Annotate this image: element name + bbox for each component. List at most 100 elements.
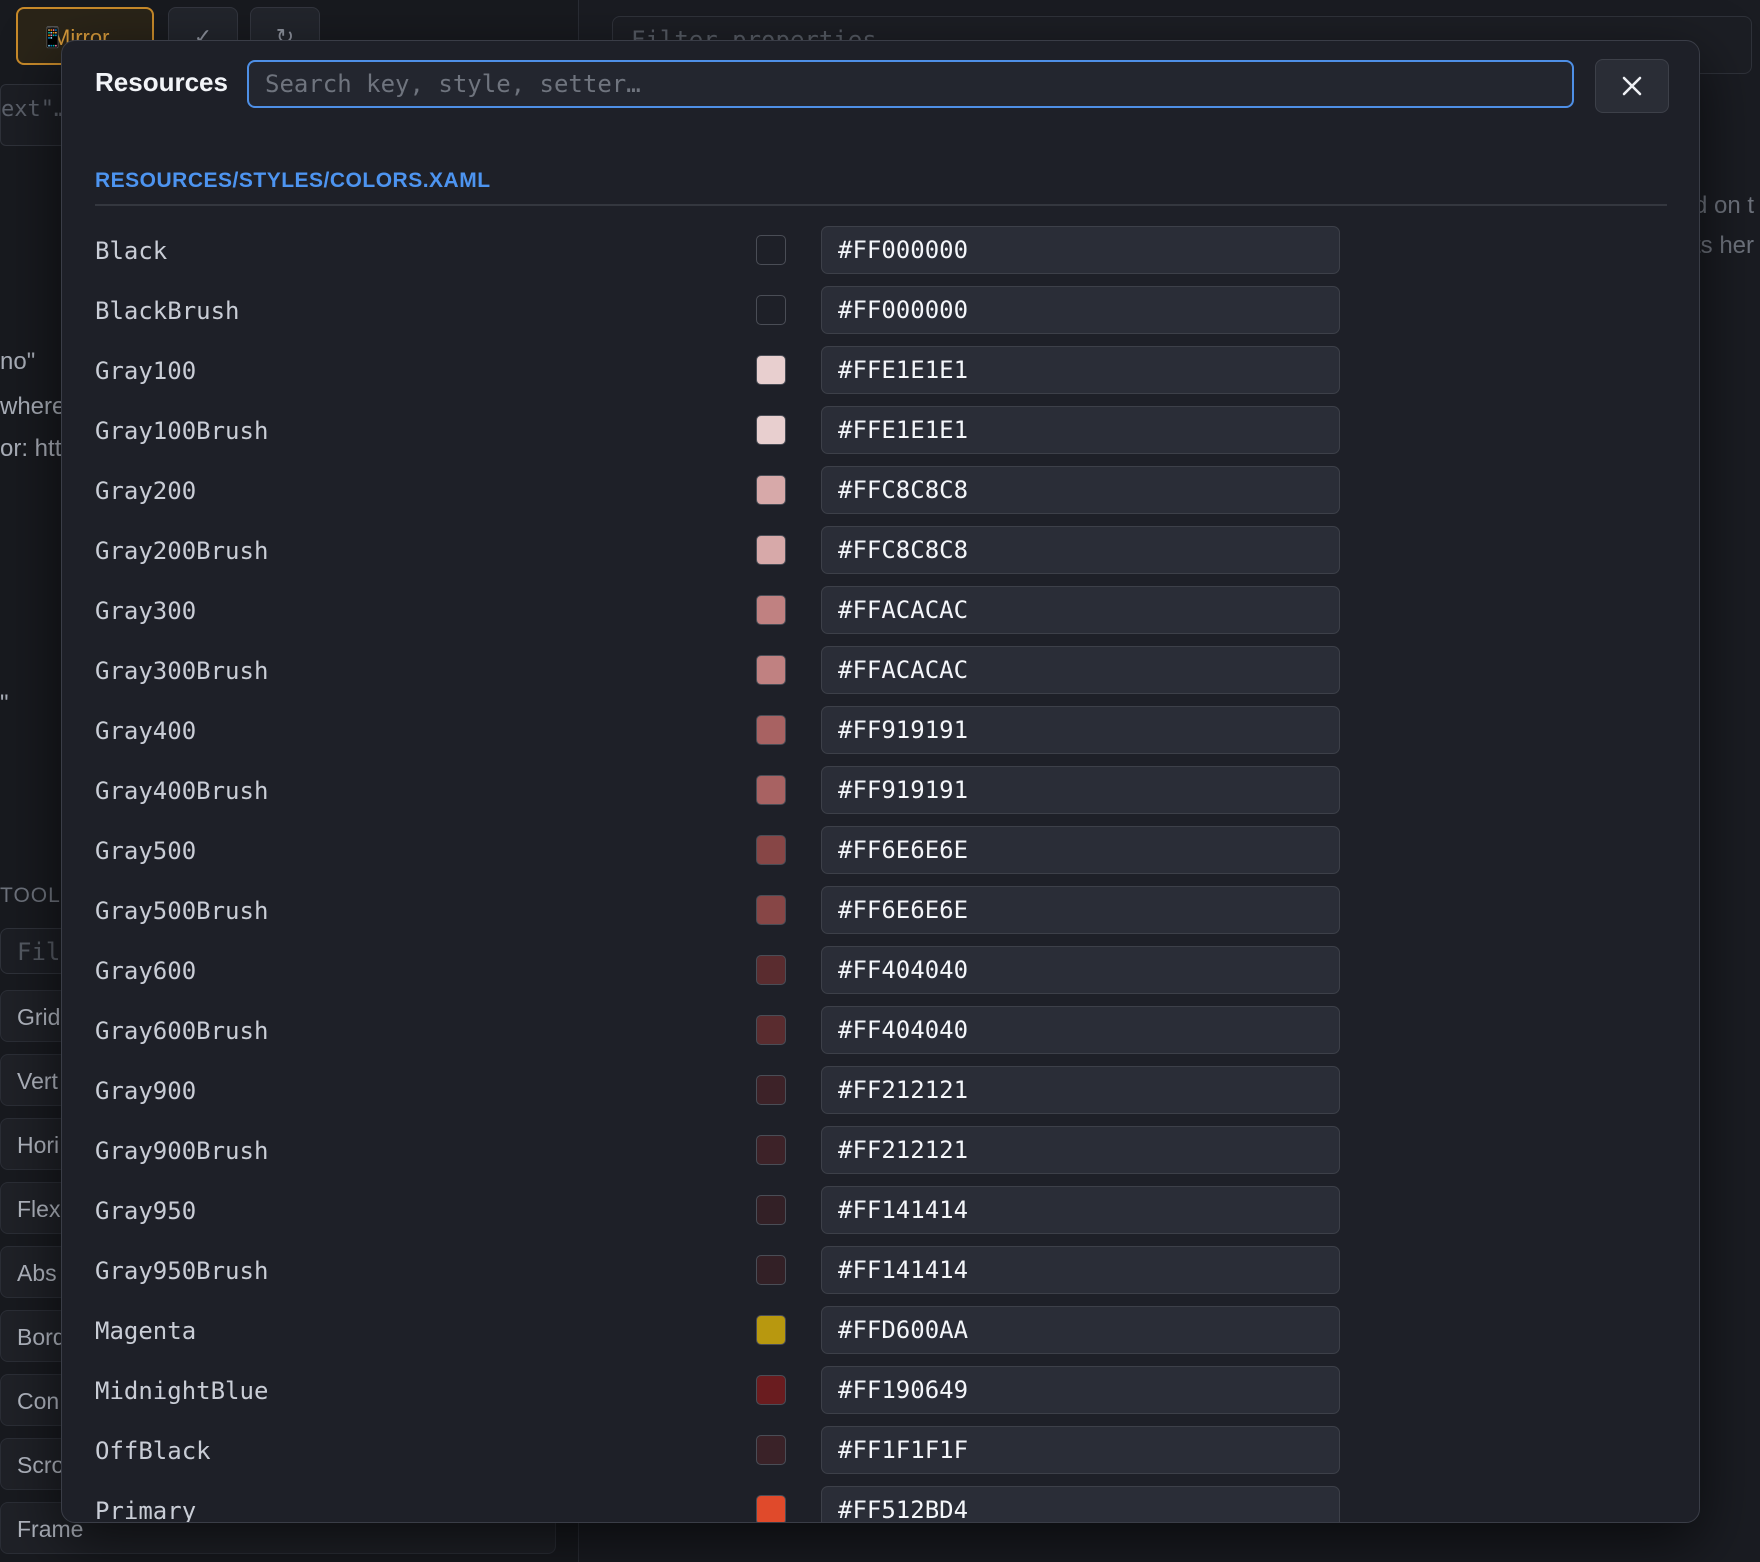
color-swatch[interactable] [756, 715, 786, 745]
resource-row: Gray200Brush [62, 526, 1699, 586]
resource-row: MidnightBlue [62, 1366, 1699, 1426]
resource-key: Gray400Brush [95, 777, 269, 805]
color-value-field[interactable] [821, 646, 1340, 694]
color-swatch[interactable] [756, 775, 786, 805]
resource-key: Gray900Brush [95, 1137, 269, 1165]
toolbox-title: TOOL [0, 884, 61, 907]
color-swatch[interactable] [756, 1135, 786, 1165]
resource-key: Gray300 [95, 597, 197, 625]
color-value-field[interactable] [821, 1366, 1340, 1414]
resource-key: Gray500 [95, 837, 197, 865]
resource-row: Primary [62, 1486, 1699, 1523]
resource-row: Gray950 [62, 1186, 1699, 1246]
resource-key: Primary [95, 1497, 197, 1523]
resource-row: Gray500Brush [62, 886, 1699, 946]
resource-row: Gray400Brush [62, 766, 1699, 826]
resource-key: Gray950 [95, 1197, 197, 1225]
resources-dialog: Resources RESOURCES/STYLES/COLORS.XAML B… [61, 40, 1700, 1523]
color-value-field[interactable] [821, 1186, 1340, 1234]
color-value-field[interactable] [821, 286, 1340, 334]
color-value-field[interactable] [821, 946, 1340, 994]
color-swatch[interactable] [756, 1195, 786, 1225]
color-value-field[interactable] [821, 1066, 1340, 1114]
resource-row: Gray600Brush [62, 1006, 1699, 1066]
resource-key: Gray900 [95, 1077, 197, 1105]
resource-row: Gray300Brush [62, 646, 1699, 706]
color-swatch[interactable] [756, 235, 786, 265]
color-value-field[interactable] [821, 1426, 1340, 1474]
color-value-field[interactable] [821, 1246, 1340, 1294]
color-value-field[interactable] [821, 1006, 1340, 1054]
dialog-title: Resources [95, 67, 228, 97]
resource-key: Gray100Brush [95, 417, 269, 445]
color-swatch[interactable] [756, 1255, 786, 1285]
resource-key: Gray100 [95, 357, 197, 385]
resource-row: Gray900 [62, 1066, 1699, 1126]
color-swatch[interactable] [756, 535, 786, 565]
resource-key: MidnightBlue [95, 1377, 269, 1405]
color-swatch[interactable] [756, 1015, 786, 1045]
color-swatch[interactable] [756, 1375, 786, 1405]
color-swatch[interactable] [756, 1075, 786, 1105]
color-swatch[interactable] [756, 355, 786, 385]
color-swatch[interactable] [756, 655, 786, 685]
resource-row: Gray100Brush [62, 406, 1699, 466]
color-value-field[interactable] [821, 766, 1340, 814]
resource-key: Gray300Brush [95, 657, 269, 685]
color-swatch[interactable] [756, 835, 786, 865]
resource-key: Gray400 [95, 717, 197, 745]
resource-row: OffBlack [62, 1426, 1699, 1486]
close-button[interactable] [1595, 59, 1669, 113]
color-swatch[interactable] [756, 595, 786, 625]
resource-key: Gray500Brush [95, 897, 269, 925]
resource-row: Gray200 [62, 466, 1699, 526]
resource-key: Gray200Brush [95, 537, 269, 565]
color-value-field[interactable] [821, 706, 1340, 754]
color-value-field[interactable] [821, 826, 1340, 874]
color-value-field[interactable] [821, 1126, 1340, 1174]
resource-row: Gray950Brush [62, 1246, 1699, 1306]
dialog-header: Resources [62, 41, 1699, 131]
left-text-fragment: " [0, 690, 9, 717]
resource-key: Magenta [95, 1317, 197, 1345]
resource-key: Gray950Brush [95, 1257, 269, 1285]
color-value-field[interactable] [821, 346, 1340, 394]
color-swatch[interactable] [756, 415, 786, 445]
color-swatch[interactable] [756, 955, 786, 985]
resource-row: Black [62, 226, 1699, 286]
color-value-field[interactable] [821, 466, 1340, 514]
color-swatch[interactable] [756, 295, 786, 325]
color-value-field[interactable] [821, 526, 1340, 574]
resource-key: BlackBrush [95, 297, 240, 325]
resource-row: BlackBrush [62, 286, 1699, 346]
resource-row: Gray500 [62, 826, 1699, 886]
resource-row: Gray400 [62, 706, 1699, 766]
resource-search-input[interactable] [247, 60, 1574, 108]
left-text-fragment: or: htt [0, 435, 62, 462]
resource-key: OffBlack [95, 1437, 211, 1465]
section-divider [95, 204, 1667, 206]
resource-key: Black [95, 237, 168, 265]
resource-row: Magenta [62, 1306, 1699, 1366]
resource-row: Gray900Brush [62, 1126, 1699, 1186]
left-text-fragment: where [0, 393, 66, 420]
resource-row: Gray300 [62, 586, 1699, 646]
color-swatch[interactable] [756, 1495, 786, 1522]
color-swatch[interactable] [756, 895, 786, 925]
left-text-fragment: no" [0, 348, 36, 375]
color-swatch[interactable] [756, 1315, 786, 1345]
right-text-fragment: ts her [1694, 232, 1755, 259]
color-swatch[interactable] [756, 1435, 786, 1465]
color-value-field[interactable] [821, 1486, 1340, 1522]
color-value-field[interactable] [821, 1306, 1340, 1354]
resource-row: Gray600 [62, 946, 1699, 1006]
resource-key: Gray600Brush [95, 1017, 269, 1045]
color-value-field[interactable] [821, 226, 1340, 274]
resource-key: Gray600 [95, 957, 197, 985]
color-swatch[interactable] [756, 475, 786, 505]
resource-key: Gray200 [95, 477, 197, 505]
color-value-field[interactable] [821, 406, 1340, 454]
color-value-field[interactable] [821, 886, 1340, 934]
color-value-field[interactable] [821, 586, 1340, 634]
resource-row: Gray100 [62, 346, 1699, 406]
